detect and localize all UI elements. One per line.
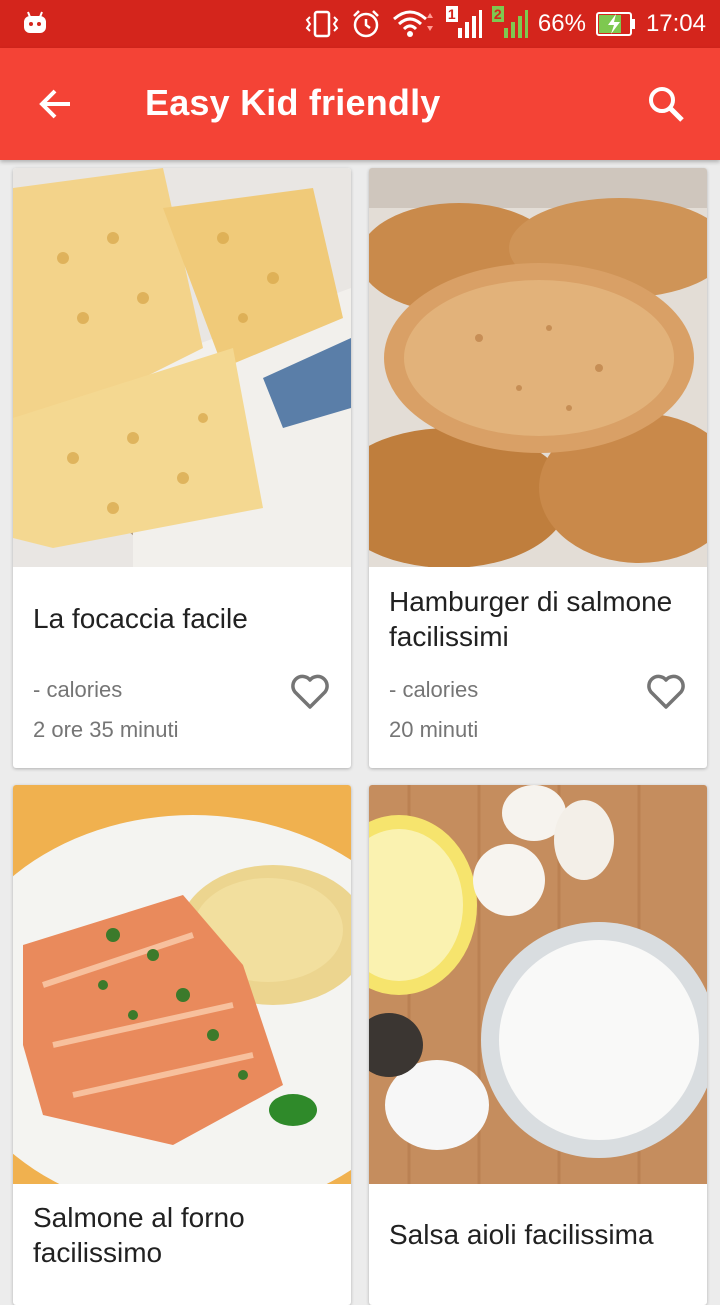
recipe-title: Salmone al forno facilissimo [33, 1202, 245, 1268]
battery-charging-icon [595, 11, 636, 37]
recipe-title: Salsa aioli facilissima [389, 1219, 654, 1250]
sim1-label: 1 [447, 6, 456, 22]
vibrate-icon [304, 9, 340, 39]
recipe-title: La focaccia facile [33, 603, 248, 634]
battery-percent: 66% [537, 10, 586, 37]
recipe-calories: - calories [389, 677, 479, 702]
recipe-time: 20 minuti [389, 717, 479, 742]
heart-outline-icon [291, 674, 329, 709]
recipe-calories: - calories [33, 677, 123, 702]
app-bar: Easy Kid friendly [0, 48, 720, 160]
recipe-photo [369, 785, 707, 1184]
status-bar: 1 2 66% 17:04 [0, 0, 720, 48]
recipe-photo [13, 168, 351, 567]
wifi-icon [392, 9, 436, 39]
android-notification-icon [24, 11, 46, 33]
recipe-photo [369, 168, 707, 567]
recipe-title: Hamburger di salmone facilissimi [389, 586, 673, 652]
back-button[interactable] [30, 84, 80, 124]
favorite-button[interactable] [645, 672, 687, 712]
clock: 17:04 [645, 10, 706, 37]
search-icon [649, 87, 684, 122]
recipe-time: 2 ore 35 minuti [33, 717, 179, 742]
signal-sim1-icon: 1 [445, 6, 482, 42]
recipe-card-hamburger[interactable]: Hamburger di salmone facilissimi - calor… [369, 168, 707, 768]
signal-sim2-icon: 2 [491, 6, 528, 42]
recipe-card-aioli[interactable]: Salsa aioli facilissima [369, 785, 707, 1305]
page-title: Easy Kid friendly [145, 82, 441, 123]
recipe-card-focaccia[interactable]: La focaccia facile - calories 2 ore 35 m… [13, 168, 351, 768]
heart-outline-icon [647, 674, 685, 709]
sim2-label: 2 [493, 6, 502, 22]
favorite-button[interactable] [289, 672, 331, 712]
arrow-left-icon [39, 89, 70, 119]
recipe-photo [13, 785, 351, 1184]
alarm-icon [350, 8, 382, 40]
recipe-card-salmone[interactable]: Salmone al forno facilissimo [13, 785, 351, 1305]
search-button[interactable] [644, 82, 688, 126]
